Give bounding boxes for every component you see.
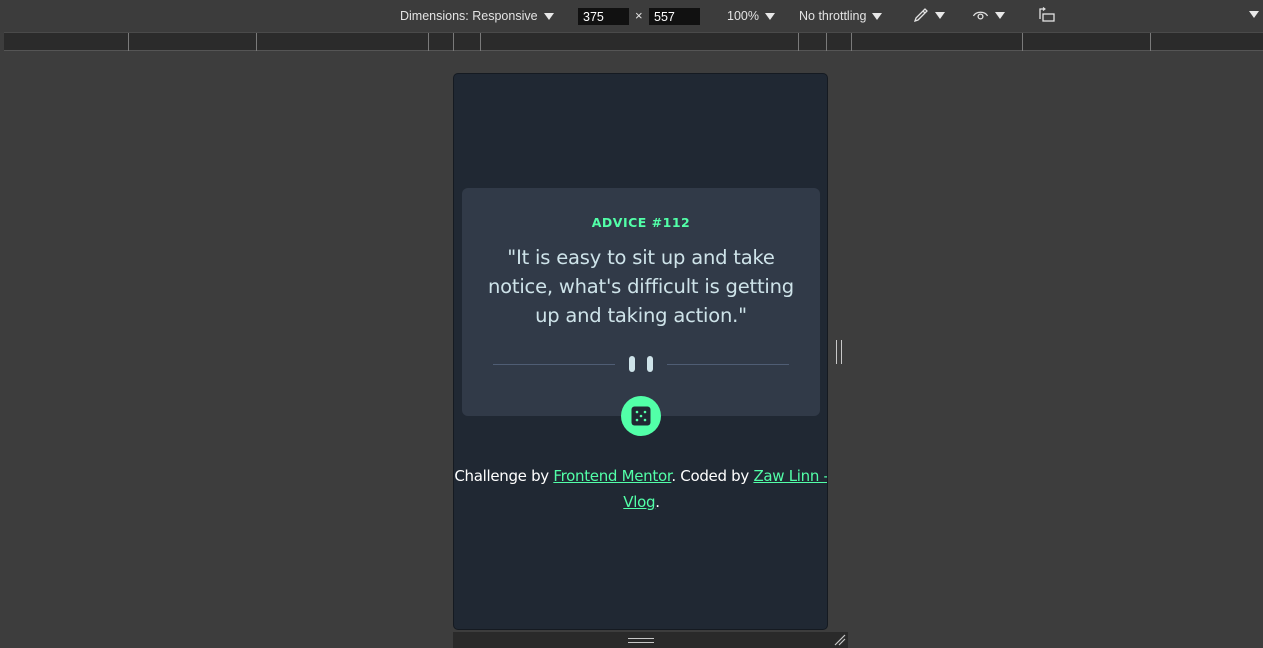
media-query-bar[interactable]	[4, 32, 1263, 51]
mq-tick	[851, 33, 852, 51]
device-viewport: ADVICE #112 "It is easy to sit up and ta…	[453, 73, 828, 630]
mq-tick	[826, 33, 827, 51]
pause-icon	[629, 356, 653, 372]
vision-button[interactable]	[972, 7, 1005, 23]
attribution-prefix: Challenge by	[454, 467, 554, 485]
throttling-label: No throttling	[799, 9, 867, 23]
mq-tick	[1022, 33, 1023, 51]
width-input[interactable]	[578, 8, 629, 25]
dimensions-label: Dimensions: Responsive	[400, 9, 538, 23]
zoom-label: 100%	[727, 9, 759, 23]
advice-number: ADVICE #112	[591, 215, 691, 230]
attribution-middle: . Coded by	[671, 467, 754, 485]
chevron-down-icon	[935, 12, 945, 19]
mq-tick	[256, 33, 257, 51]
right-resize-handle[interactable]	[836, 340, 842, 364]
eyedropper-icon	[913, 8, 928, 23]
divider-line-right	[667, 364, 789, 365]
eyedropper-button[interactable]	[913, 7, 945, 23]
mq-tick	[453, 33, 454, 51]
rotate-button[interactable]	[1038, 7, 1056, 23]
generate-advice-button[interactable]	[621, 396, 661, 436]
divider-line-left	[493, 364, 615, 365]
advice-card: ADVICE #112 "It is easy to sit up and ta…	[462, 188, 820, 416]
attribution: Challenge by Frontend Mentor. Coded by Z…	[454, 463, 827, 515]
device-toolbar: Dimensions: Responsive × 100% No throttl…	[0, 0, 1263, 32]
mq-tick	[798, 33, 799, 51]
height-input[interactable]	[649, 8, 700, 25]
bottom-resize-handle[interactable]	[628, 638, 654, 643]
more-options-icon	[1249, 11, 1259, 18]
zoom-dropdown[interactable]: 100%	[727, 9, 775, 23]
chevron-down-icon	[764, 13, 775, 20]
dimension-separator: ×	[635, 8, 643, 23]
mq-tick	[428, 33, 429, 51]
more-options-button[interactable]	[1249, 10, 1259, 18]
chevron-down-icon	[543, 13, 554, 20]
dimensions-dropdown[interactable]: Dimensions: Responsive	[400, 9, 554, 23]
pattern-divider	[493, 356, 789, 372]
chevron-down-icon	[995, 12, 1005, 19]
attribution-suffix: .	[655, 493, 660, 511]
throttling-dropdown[interactable]: No throttling	[799, 9, 883, 23]
eye-icon	[972, 11, 989, 20]
rotate-icon	[1039, 7, 1055, 22]
mq-tick	[1150, 33, 1151, 51]
corner-resize-icon[interactable]	[834, 634, 846, 646]
dice-icon	[631, 406, 651, 426]
mq-tick	[128, 33, 129, 51]
advice-quote: "It is easy to sit up and take notice, w…	[488, 246, 794, 327]
mq-tick	[480, 33, 481, 51]
frontend-mentor-link[interactable]: Frontend Mentor	[553, 467, 671, 485]
chevron-down-icon	[872, 13, 883, 20]
bottom-resize-bar	[453, 632, 848, 648]
